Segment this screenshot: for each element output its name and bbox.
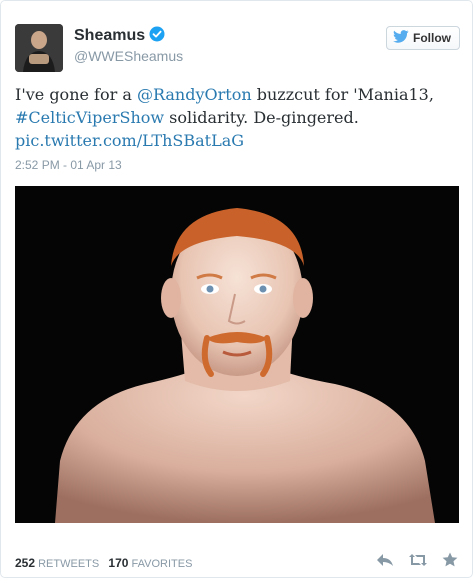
hashtag-link[interactable]: #CelticViperShow <box>15 108 164 127</box>
display-name[interactable]: Sheamus <box>74 26 165 47</box>
tweet-card: Sheamus @WWESheamus Follow I've gone for… <box>0 0 473 578</box>
display-name-text[interactable]: Sheamus <box>74 27 145 44</box>
tweet-actions <box>376 552 458 567</box>
follow-button-label: Follow <box>413 31 451 45</box>
retweets-count[interactable]: 252 <box>15 556 35 570</box>
tweet-photo[interactable] <box>15 186 459 523</box>
mention-link[interactable]: @RandyOrton <box>137 85 252 104</box>
tweet-text: I've gone for a @RandyOrton buzzcut for … <box>15 83 460 152</box>
timestamp[interactable]: 2:52 PM - 01 Apr 13 <box>15 158 122 172</box>
favorites-label[interactable]: FAVORITES <box>131 558 192 570</box>
retweet-icon[interactable] <box>408 553 428 567</box>
favorite-star-icon[interactable] <box>442 552 458 567</box>
tweet-text-part: I've gone for a <box>15 85 137 104</box>
tweet-text-part: solidarity. De-gingered. <box>164 108 359 127</box>
avatar[interactable] <box>15 24 63 72</box>
twitter-bird-icon <box>393 30 409 46</box>
reply-icon[interactable] <box>376 553 394 567</box>
tweet-stats: 252 RETWEETS 170 FAVORITES <box>15 556 192 570</box>
media-link[interactable]: pic.twitter.com/LThSBatLaG <box>15 131 244 150</box>
favorites-count[interactable]: 170 <box>108 556 128 570</box>
tweet-text-part: buzzcut for 'Mania13, <box>251 85 434 104</box>
verified-badge-icon <box>149 26 165 47</box>
follow-button[interactable]: Follow <box>386 26 460 50</box>
retweets-label[interactable]: RETWEETS <box>38 558 99 570</box>
user-handle[interactable]: @WWESheamus <box>74 48 183 64</box>
